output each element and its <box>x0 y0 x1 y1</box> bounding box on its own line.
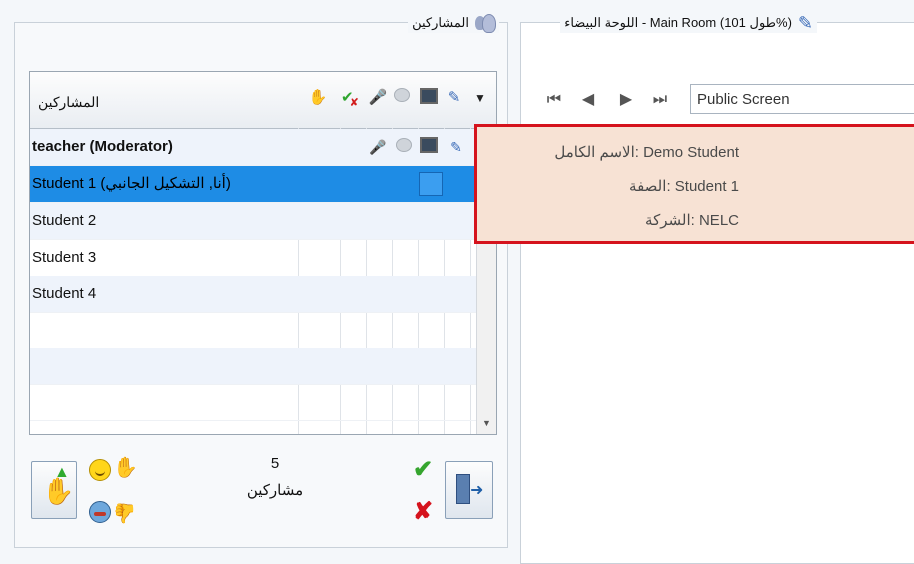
raise-hand-icon[interactable]: ✋ <box>308 88 328 108</box>
tooltip-company: الشركة: NELC <box>645 212 739 229</box>
participants-title-label: المشاركين <box>412 15 469 30</box>
empty-row <box>30 384 476 421</box>
tooltip-role: الصفة: Student 1 <box>629 178 739 195</box>
status-check-cross-icon[interactable]: ✔✘ <box>341 88 361 109</box>
participant-row-teacher[interactable]: teacher (Moderator) 🎤 ✎ <box>30 129 476 166</box>
pencil-icon[interactable]: ✎ <box>444 88 464 108</box>
screen-selector[interactable]: Public Screen <box>690 84 914 114</box>
smile-emoticon[interactable] <box>89 459 111 481</box>
first-page-icon[interactable]: ⏮ <box>543 89 565 111</box>
participant-name: Student 4 <box>32 285 97 302</box>
screen-icon[interactable] <box>419 137 439 157</box>
last-page-icon[interactable]: ⏭ <box>649 89 671 111</box>
participant-row-student-4[interactable]: Student 4 <box>30 276 476 313</box>
chat-bubble-icon[interactable] <box>394 137 414 157</box>
participant-info-tooltip: الاسم الكامل: Demo Student الصفة: Studen… <box>474 124 914 244</box>
participants-grid: المشاركين ✋ ✔✘ 🎤 ✎ ▼ teacher (Moderator)… <box>29 71 497 435</box>
participants-panel: المشاركين المشاركين ✋ ✔✘ 🎤 ✎ ▼ teacher (… <box>14 13 508 548</box>
arrow-up-icon: ▲ <box>54 464 70 481</box>
empty-row <box>30 348 476 385</box>
grid-header: المشاركين ✋ ✔✘ 🎤 ✎ ▼ <box>30 72 496 129</box>
disagree-cross[interactable]: ✘ <box>413 497 433 526</box>
prev-page-icon[interactable]: ◀ <box>577 89 599 111</box>
empty-row <box>30 312 476 349</box>
participant-name: teacher (Moderator) <box>32 138 173 155</box>
participant-row-student-1[interactable]: Student 1 (أنا, التشكيل الجانبي) <box>30 166 476 203</box>
tooltip-full-name: الاسم الكامل: Demo Student <box>554 144 739 161</box>
screen-icon[interactable] <box>419 88 439 108</box>
exit-arrow-icon: ➜ <box>470 482 484 499</box>
whiteboard-title-label: اللوحة البيضاء - Main Room (طول 101%) <box>564 15 792 30</box>
agree-check[interactable]: ✔ <box>413 455 433 484</box>
name-column-header[interactable]: المشاركين <box>36 84 306 120</box>
participants-panel-title: المشاركين <box>408 13 499 33</box>
dropdown-arrow-icon[interactable]: ▼ <box>470 88 490 108</box>
participant-row-student-2[interactable]: Student 2 <box>30 203 476 240</box>
participant-count: 5 <box>270 455 280 472</box>
door-icon <box>456 474 470 504</box>
participant-name: Student 2 <box>32 212 97 229</box>
participant-name: Student 1 (أنا, التشكيل الجانبي) <box>32 175 231 192</box>
microphone-icon[interactable]: 🎤 <box>368 137 388 157</box>
raise-hand-button[interactable]: ✋ ▲ <box>31 461 77 519</box>
users-icon <box>475 14 496 33</box>
thumbs-down-emoticon[interactable]: 👍 <box>113 501 137 525</box>
scroll-down-icon[interactable]: ▼ <box>482 418 491 428</box>
pencil-icon: ✎ <box>797 13 813 33</box>
sad-emoticon[interactable] <box>89 501 111 523</box>
applause-emoticon[interactable]: ✋ <box>113 455 138 480</box>
participant-row-student-3[interactable]: Student 3 <box>30 240 476 277</box>
participant-name: Student 3 <box>32 249 97 266</box>
next-page-icon[interactable]: ▶ <box>615 89 637 111</box>
selection-cell <box>419 172 443 196</box>
pencil-icon[interactable]: ✎ <box>446 137 466 157</box>
exit-button[interactable]: ➜ <box>445 461 493 519</box>
microphone-icon[interactable]: 🎤 <box>368 88 388 108</box>
participant-count-label: مشاركين <box>246 482 304 499</box>
whiteboard-panel-title: اللوحة البيضاء - Main Room (طول 101%) ✎ <box>560 13 817 33</box>
chat-bubble-icon[interactable] <box>392 88 412 108</box>
